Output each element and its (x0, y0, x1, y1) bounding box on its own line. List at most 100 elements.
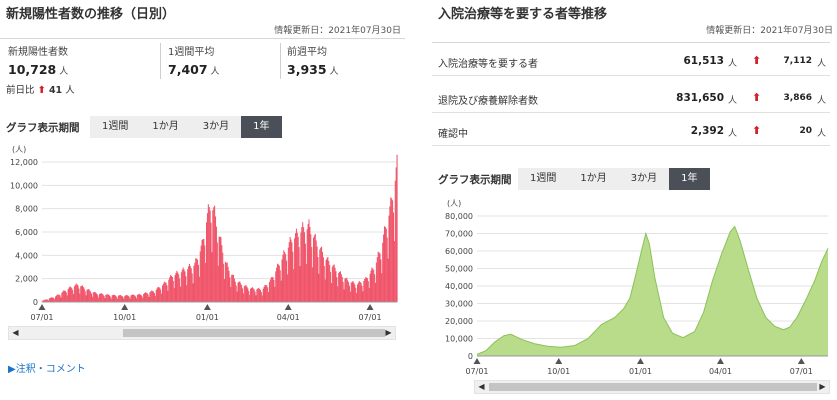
bar (335, 271, 337, 302)
bar (114, 295, 116, 302)
bar (342, 281, 344, 302)
bar (289, 236, 291, 302)
bar (212, 210, 214, 302)
bar (217, 265, 219, 302)
bar (274, 286, 276, 302)
bar (385, 228, 387, 302)
scroll-left-button[interactable]: ◀ (9, 327, 22, 339)
bar (156, 288, 158, 302)
tab-1-month[interactable]: 1か月 (140, 116, 190, 138)
bar (55, 296, 57, 302)
scroll-right-button[interactable]: ▶ (382, 327, 395, 339)
bar (262, 288, 264, 302)
bar (347, 280, 349, 302)
scroll-thumb[interactable] (489, 383, 817, 391)
bar (162, 283, 164, 302)
bar (180, 272, 182, 302)
bar (178, 274, 180, 302)
hospitalization-updated-date: 情報更新日：2021年07月30日 (706, 26, 833, 36)
bar (213, 207, 215, 302)
x-tick-marker (284, 304, 292, 310)
bar (94, 291, 96, 302)
hospitalization-title: 入院治療等を要する者等推移 (438, 7, 608, 22)
chart-scrollbar[interactable]: ◀ ▶ (8, 326, 396, 340)
y-tick-label: 0 (33, 298, 38, 307)
new-cases-title: 新規陽性者数の推移（日別） (6, 7, 176, 22)
bar (319, 249, 321, 302)
period-tabs: 1週間 1か月 3か月 1年 (518, 168, 710, 190)
bar (221, 245, 223, 302)
bar (50, 297, 52, 302)
bar (68, 287, 70, 302)
divider (432, 42, 830, 43)
bar (64, 290, 66, 302)
bar (254, 291, 256, 302)
bar (341, 277, 343, 302)
bar (352, 281, 354, 302)
bar (231, 274, 233, 302)
bar (351, 281, 353, 302)
bar (155, 289, 157, 302)
bar (80, 286, 82, 302)
bar (106, 294, 108, 302)
bar (253, 289, 255, 302)
bar (273, 279, 275, 302)
bar (171, 277, 173, 302)
notes-comments-link[interactable]: ▶注釈・コメント (8, 360, 86, 375)
bar (109, 296, 111, 302)
x-tick-label: 10/01 (547, 367, 570, 376)
bar (293, 269, 295, 302)
y-tick-label: 6,000 (15, 228, 38, 237)
bar (91, 296, 93, 302)
bar (271, 277, 273, 302)
bar (65, 292, 67, 302)
tab-1-week[interactable]: 1週間 (90, 116, 140, 138)
bar (330, 282, 332, 302)
bar (287, 247, 289, 302)
bar (345, 278, 347, 302)
bar (312, 237, 315, 302)
bar (288, 242, 290, 302)
bar (126, 295, 128, 302)
bar (145, 292, 147, 302)
tab-1-month[interactable]: 1か月 (568, 168, 618, 190)
bar (285, 254, 287, 302)
bar (362, 291, 364, 302)
bar (87, 289, 89, 302)
tab-1-year[interactable]: 1年 (241, 116, 282, 138)
tab-1-year[interactable]: 1年 (669, 168, 710, 190)
bar (243, 286, 245, 302)
bar (349, 291, 351, 302)
bar (64, 290, 66, 302)
bar (198, 276, 200, 302)
bar (75, 283, 77, 302)
bar (105, 294, 107, 302)
bar (215, 226, 217, 302)
tab-1-week[interactable]: 1週間 (518, 168, 568, 190)
scroll-right-button[interactable]: ▶ (816, 381, 829, 393)
bar (325, 260, 327, 302)
bar (153, 293, 155, 302)
bar (113, 294, 115, 302)
bar (108, 294, 110, 302)
x-tick-label: 01/01 (196, 313, 219, 322)
row-label: 退院及び療養解除者数 (438, 96, 538, 107)
scroll-thumb[interactable] (123, 329, 385, 337)
chart-scrollbar[interactable]: ◀ ▶ (474, 380, 830, 394)
bar (326, 258, 328, 302)
bar (278, 265, 280, 302)
tab-3-months[interactable]: 3か月 (619, 168, 669, 190)
x-tick-marker (366, 304, 374, 310)
stat-value: 10,728 人 (8, 62, 69, 77)
bar (206, 213, 208, 302)
bar (353, 282, 355, 302)
tab-3-months[interactable]: 3か月 (191, 116, 241, 138)
bar (197, 264, 199, 302)
bar (89, 290, 91, 302)
bar (381, 273, 383, 302)
bar (283, 250, 285, 302)
bar (354, 284, 356, 302)
bar (144, 293, 146, 302)
bar (188, 264, 190, 302)
scroll-left-button[interactable]: ◀ (475, 381, 488, 393)
